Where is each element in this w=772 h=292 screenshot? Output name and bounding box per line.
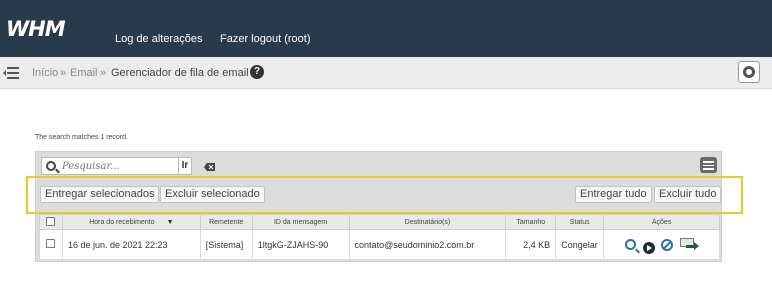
column-status[interactable]: Status (555, 214, 605, 230)
mail-queue-table: Hora do recebimento ▼ Remetente ID da men… (39, 214, 720, 260)
freeze-message-icon[interactable] (661, 238, 674, 251)
menu-toggle-icon[interactable] (3, 67, 19, 79)
search-icon (46, 161, 56, 171)
view-message-icon[interactable] (625, 239, 637, 250)
row-checkbox[interactable] (46, 239, 56, 248)
send-message-icon[interactable] (679, 237, 699, 252)
column-recipients[interactable]: Destinatário(s) (348, 214, 507, 230)
breadcrumb-separator: » (60, 67, 67, 79)
status-cell: Congelar (555, 229, 605, 260)
column-message-id[interactable]: ID da mensagem (251, 214, 350, 230)
column-sender[interactable]: Remetente (199, 214, 253, 230)
logout-link[interactable]: Fazer logout (root) (220, 33, 310, 45)
column-received-time[interactable]: Hora do recebimento ▼ (61, 214, 201, 230)
whm-logo[interactable]: WHM (6, 17, 66, 41)
search-box (41, 157, 179, 175)
actions-cell (603, 229, 720, 260)
recipient-cell: contato@seudominio2.com.br (348, 229, 507, 260)
breadcrumb: Início » Email » Gerenciador de fila de … (0, 57, 772, 89)
received-time-cell: 16 de jun. de 2021 22:23 (61, 229, 201, 260)
deliver-message-icon[interactable] (642, 241, 655, 254)
select-all-checkbox[interactable] (46, 216, 56, 226)
select-all-header (39, 214, 63, 230)
clear-search-icon[interactable] (204, 163, 215, 171)
table-row: 16 de jun. de 2021 22:23 [Sistema] 1ltgk… (39, 229, 720, 260)
changelog-link[interactable]: Log de alterações (115, 33, 202, 45)
search-result-count: The search matches 1 record. (35, 134, 128, 141)
column-size[interactable]: Tamanho (505, 214, 557, 230)
row-select-cell (39, 229, 63, 260)
breadcrumb-current-page: Gerenciador de fila de email (111, 67, 249, 79)
table-header-row: Hora do recebimento ▼ Remetente ID da men… (39, 214, 720, 230)
top-header: WHM Log de alterações Fazer logout (root… (0, 0, 772, 57)
lifebuoy-icon (743, 66, 755, 78)
help-icon[interactable]: ? (250, 65, 264, 79)
list-settings-icon[interactable] (700, 157, 717, 173)
breadcrumb-email[interactable]: Email (70, 67, 98, 79)
breadcrumb-home[interactable]: Início (32, 67, 58, 79)
breadcrumb-separator: » (100, 67, 107, 79)
size-cell: 2,4 KB (505, 229, 557, 260)
sender-cell: [Sistema] (199, 229, 253, 260)
bulk-actions-highlight (26, 176, 743, 214)
search-input[interactable] (62, 159, 172, 173)
message-id-cell: 1ltgkG-ZJAHS-90 (251, 229, 350, 260)
sort-desc-icon: ▼ (166, 218, 174, 226)
support-lifebuoy-button[interactable] (738, 61, 760, 83)
column-actions: Ações (603, 214, 720, 230)
search-go-button[interactable]: Ir (179, 157, 192, 175)
